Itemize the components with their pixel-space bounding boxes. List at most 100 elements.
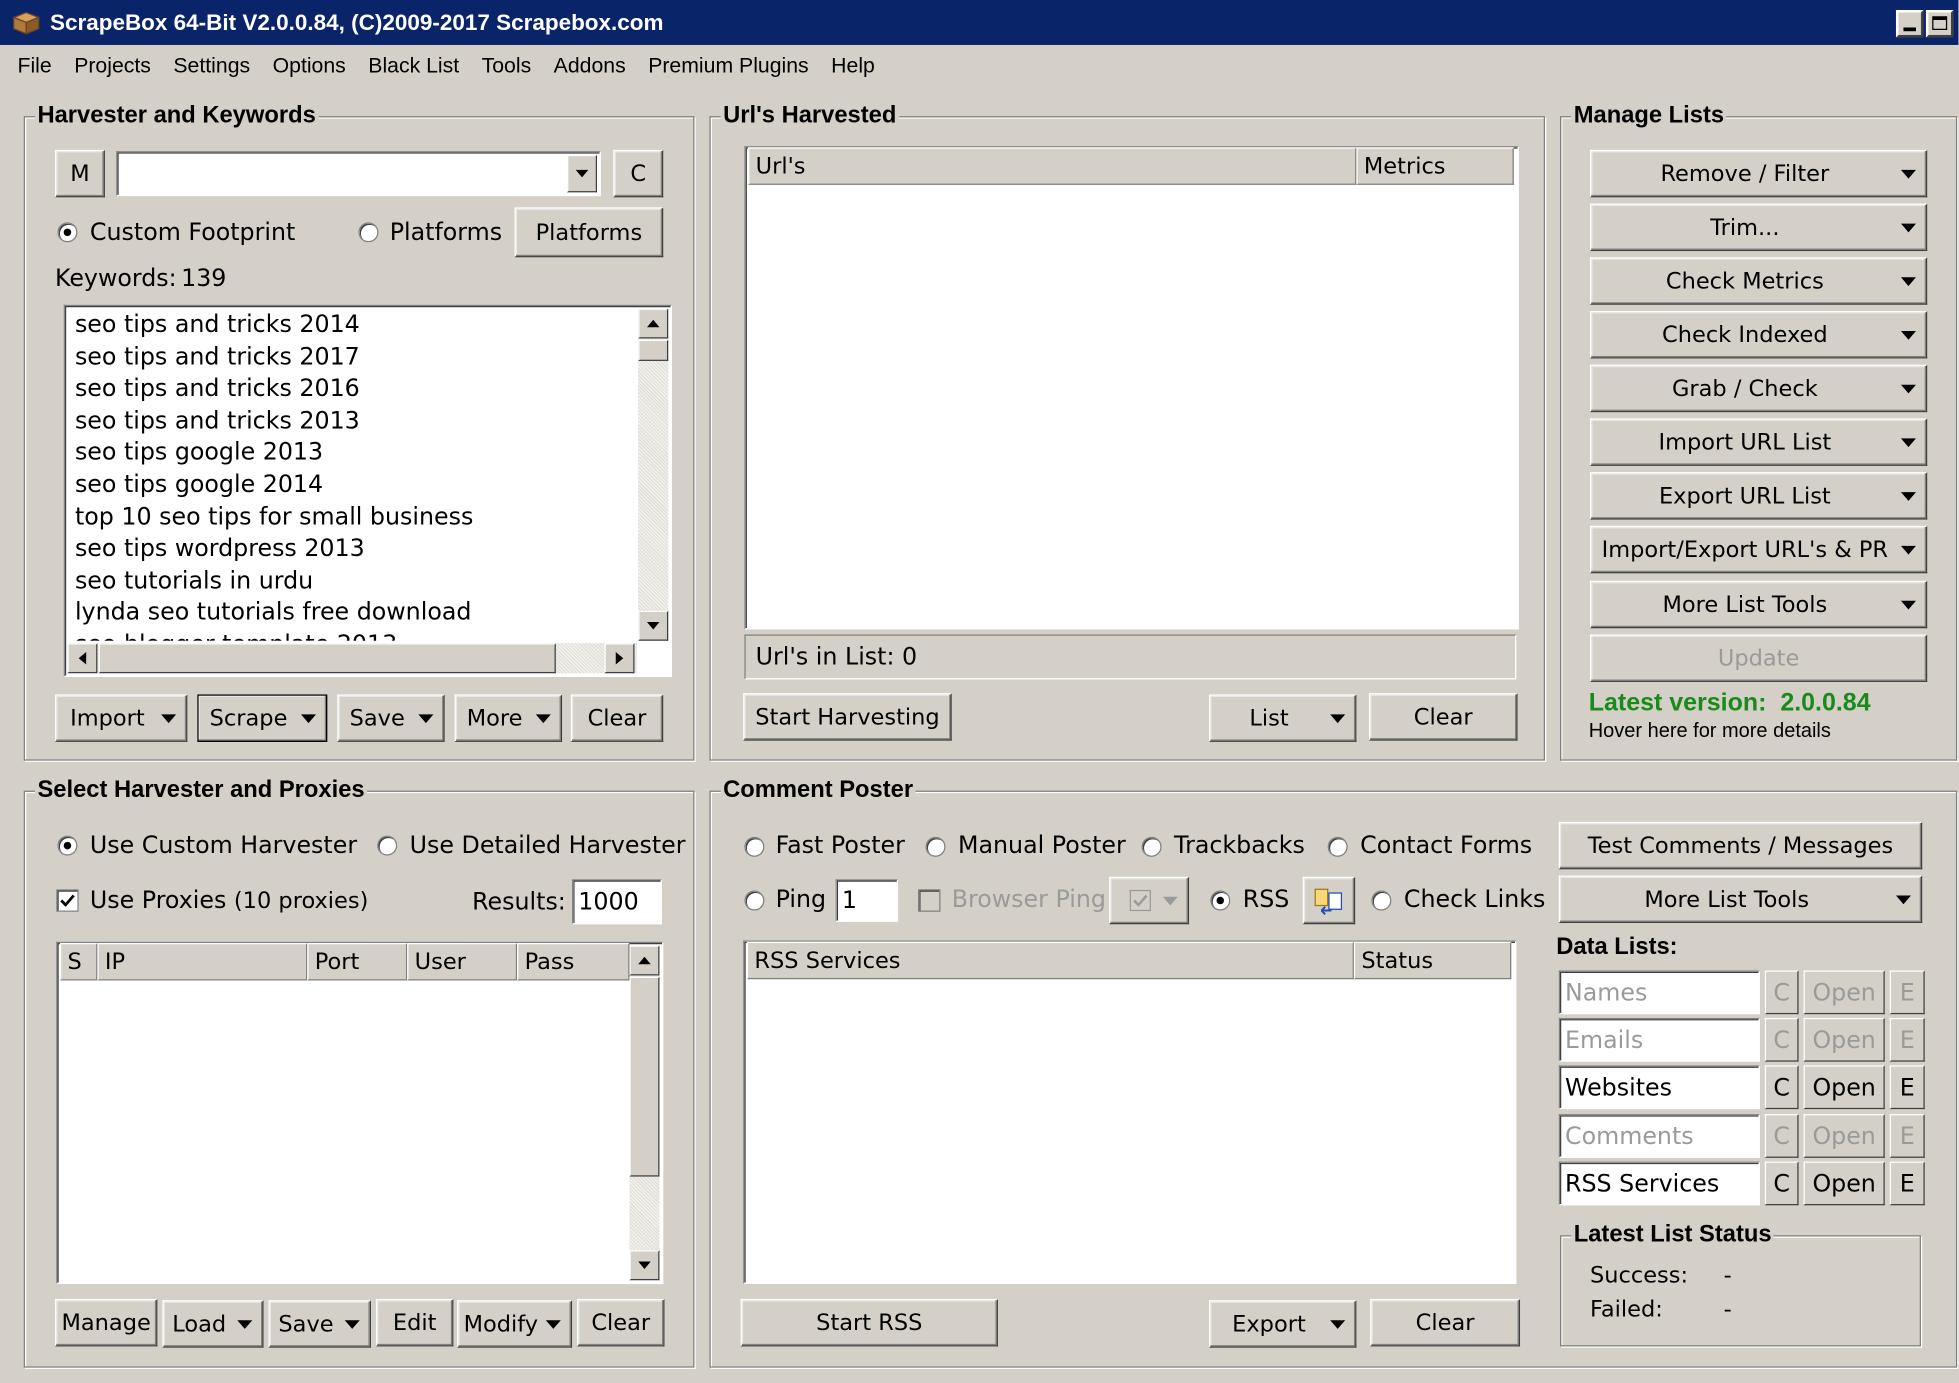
scroll-thumb[interactable] bbox=[629, 976, 660, 1177]
keyword-item[interactable]: lynda seo tutorials free download bbox=[75, 598, 471, 630]
hscroll-thumb[interactable] bbox=[98, 643, 556, 674]
keyword-item[interactable]: seo tips and tricks 2014 bbox=[75, 310, 360, 342]
more-list-tools-poster-button[interactable]: More List Tools bbox=[1558, 875, 1923, 924]
status-column-header[interactable]: Status bbox=[1353, 941, 1512, 980]
import-export-pr-button[interactable]: Import/Export URL's & PR bbox=[1589, 525, 1928, 574]
comments-c-button[interactable]: C bbox=[1764, 1114, 1799, 1158]
ping-input[interactable]: 1 bbox=[835, 879, 899, 922]
websites-c-button[interactable]: C bbox=[1764, 1065, 1799, 1110]
websites-open-button[interactable]: Open bbox=[1803, 1065, 1885, 1110]
minimize-button[interactable] bbox=[1895, 9, 1924, 38]
scroll-thumb[interactable] bbox=[638, 339, 669, 361]
rss-services-open-button[interactable]: Open bbox=[1803, 1161, 1885, 1206]
grab-check-button[interactable]: Grab / Check bbox=[1589, 364, 1928, 413]
rss-settings-button[interactable] bbox=[1302, 876, 1356, 925]
names-c-button[interactable]: C bbox=[1764, 970, 1799, 1015]
import-keywords-button[interactable]: Import bbox=[54, 694, 188, 742]
keyword-item[interactable]: seo tips google 2014 bbox=[75, 470, 323, 502]
user-column-header[interactable]: User bbox=[407, 942, 518, 981]
remove-filter-button[interactable]: Remove / Filter bbox=[1589, 149, 1928, 198]
menu-file[interactable]: File bbox=[7, 54, 61, 79]
modify-proxies-button[interactable]: Modify bbox=[457, 1300, 573, 1348]
c-button[interactable]: C bbox=[613, 149, 664, 198]
combo-dropdown-button[interactable] bbox=[567, 154, 598, 193]
browser-ping-options-button[interactable] bbox=[1109, 876, 1190, 925]
start-harvesting-button[interactable]: Start Harvesting bbox=[743, 693, 952, 741]
start-rss-button[interactable]: Start RSS bbox=[740, 1298, 998, 1347]
footprint-combo[interactable] bbox=[116, 151, 601, 197]
metrics-column-header[interactable]: Metrics bbox=[1356, 147, 1514, 185]
maximize-button[interactable] bbox=[1925, 9, 1954, 38]
emails-c-button[interactable]: C bbox=[1764, 1017, 1799, 1062]
status-column-header[interactable]: S bbox=[59, 942, 98, 981]
menu-options[interactable]: Options bbox=[263, 54, 356, 79]
scroll-up-button[interactable] bbox=[638, 308, 669, 339]
rss-services-table[interactable]: RSS Services Status bbox=[743, 940, 1517, 1284]
check-metrics-button[interactable]: Check Metrics bbox=[1589, 257, 1928, 305]
rss-services-field[interactable]: RSS Services bbox=[1558, 1161, 1760, 1206]
comments-e-button[interactable]: E bbox=[1889, 1114, 1925, 1158]
emails-open-button[interactable]: Open bbox=[1803, 1017, 1885, 1062]
detailed-harvester-radio[interactable] bbox=[377, 835, 398, 856]
manage-proxies-button[interactable]: Manage bbox=[54, 1298, 158, 1347]
hover-details-link[interactable]: Hover here for more details bbox=[1589, 721, 1831, 743]
clear-keywords-button[interactable]: Clear bbox=[570, 694, 664, 742]
m-button[interactable]: M bbox=[54, 149, 105, 198]
rss-services-column-header[interactable]: RSS Services bbox=[746, 941, 1354, 980]
export-button[interactable]: Export bbox=[1209, 1300, 1357, 1348]
proxies-table[interactable]: S IP Port User Pass bbox=[56, 941, 664, 1284]
save-keywords-button[interactable]: Save bbox=[337, 694, 445, 742]
names-open-button[interactable]: Open bbox=[1803, 970, 1885, 1015]
emails-e-button[interactable]: E bbox=[1889, 1017, 1925, 1062]
check-indexed-button[interactable]: Check Indexed bbox=[1589, 311, 1928, 359]
menu-addons[interactable]: Addons bbox=[544, 54, 636, 79]
rss-services-c-button[interactable]: C bbox=[1764, 1161, 1799, 1206]
menu-black-list[interactable]: Black List bbox=[358, 54, 469, 79]
save-proxies-button[interactable]: Save bbox=[268, 1300, 371, 1348]
clear-rss-button[interactable]: Clear bbox=[1370, 1298, 1521, 1347]
keyword-item[interactable]: seo tips and tricks 2013 bbox=[75, 406, 360, 438]
scroll-right-button[interactable] bbox=[604, 643, 635, 674]
menu-help[interactable]: Help bbox=[821, 54, 885, 79]
clear-proxies-button[interactable]: Clear bbox=[577, 1298, 665, 1347]
menu-premium-plugins[interactable]: Premium Plugins bbox=[638, 54, 818, 79]
export-url-list-button[interactable]: Export URL List bbox=[1589, 472, 1928, 520]
pass-column-header[interactable]: Pass bbox=[517, 942, 630, 981]
manual-poster-radio[interactable] bbox=[925, 836, 946, 857]
clear-urls-button[interactable]: Clear bbox=[1368, 693, 1518, 741]
platforms-radio[interactable] bbox=[358, 222, 379, 243]
ip-column-header[interactable]: IP bbox=[97, 942, 308, 981]
scroll-left-button[interactable] bbox=[67, 643, 98, 674]
keyword-item[interactable]: seo tips google 2013 bbox=[75, 438, 323, 470]
import-url-list-button[interactable]: Import URL List bbox=[1589, 418, 1928, 466]
names-field[interactable]: Names bbox=[1558, 970, 1760, 1015]
names-e-button[interactable]: E bbox=[1889, 970, 1925, 1015]
platforms-button[interactable]: Platforms bbox=[514, 207, 664, 258]
edit-proxies-button[interactable]: Edit bbox=[375, 1298, 454, 1347]
load-proxies-button[interactable]: Load bbox=[162, 1300, 264, 1348]
results-input[interactable]: 1000 bbox=[572, 879, 662, 925]
keywords-list[interactable]: seo tips and tricks 2014 seo tips and tr… bbox=[63, 304, 672, 677]
port-column-header[interactable]: Port bbox=[307, 942, 408, 981]
use-proxies-checkbox[interactable] bbox=[56, 889, 79, 912]
keyword-item[interactable]: seo tips and tricks 2016 bbox=[75, 374, 360, 406]
custom-harvester-radio[interactable] bbox=[57, 835, 78, 856]
websites-e-button[interactable]: E bbox=[1889, 1065, 1925, 1110]
keyword-item[interactable]: top 10 seo tips for small business bbox=[75, 502, 473, 534]
update-button[interactable]: Update bbox=[1589, 634, 1928, 682]
menu-settings[interactable]: Settings bbox=[163, 54, 260, 79]
check-links-radio[interactable] bbox=[1371, 890, 1392, 911]
keyword-item[interactable]: seo tips and tricks 2017 bbox=[75, 342, 360, 374]
keyword-item[interactable]: seo tutorials in urdu bbox=[75, 566, 313, 598]
urls-table[interactable]: Url's Metrics bbox=[744, 146, 1519, 630]
urls-column-header[interactable]: Url's bbox=[748, 147, 1357, 185]
more-keywords-button[interactable]: More bbox=[454, 694, 563, 742]
custom-footprint-radio[interactable] bbox=[57, 222, 78, 243]
contact-forms-radio[interactable] bbox=[1327, 836, 1348, 857]
rss-services-e-button[interactable]: E bbox=[1889, 1161, 1925, 1206]
scroll-up-button[interactable] bbox=[629, 945, 660, 976]
menu-projects[interactable]: Projects bbox=[64, 54, 161, 79]
comments-open-button[interactable]: Open bbox=[1803, 1114, 1885, 1158]
keyword-item[interactable]: seo blogger template 2013 bbox=[75, 629, 397, 641]
comments-field[interactable]: Comments bbox=[1558, 1114, 1760, 1158]
